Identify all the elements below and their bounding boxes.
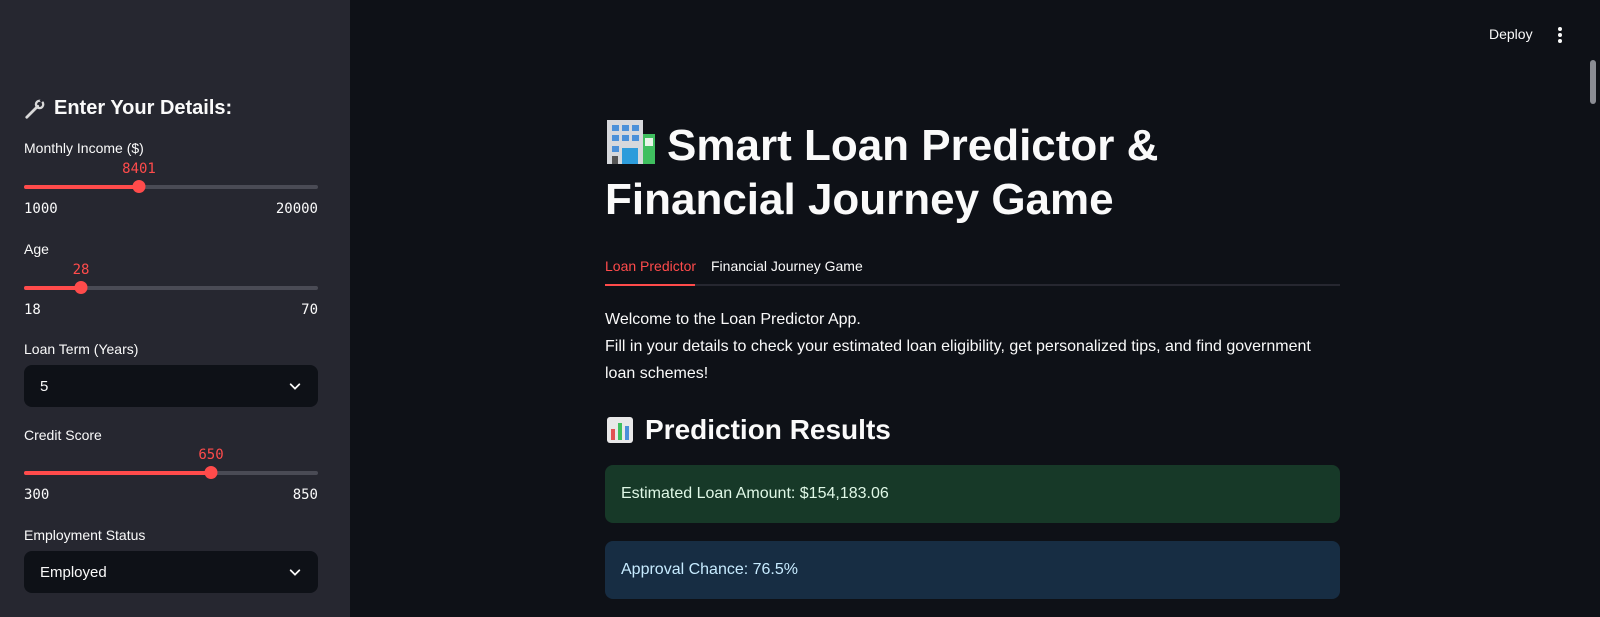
- results-heading-text: Prediction Results: [645, 414, 891, 445]
- intro-line-1: Welcome to the Loan Predictor App.: [605, 311, 861, 328]
- tab-bar-line: [605, 284, 1340, 286]
- slider-min: 300: [24, 487, 50, 503]
- slider-max: 850: [292, 487, 318, 503]
- tab-financial-journey-game[interactable]: Financial Journey Game: [711, 258, 863, 274]
- credit-score-slider[interactable]: 650 300 850: [24, 447, 318, 507]
- loan-term-value: 5: [40, 377, 49, 395]
- employment-status-select[interactable]: Employed: [24, 551, 318, 593]
- kebab-menu-icon[interactable]: [1552, 26, 1568, 44]
- results-heading: Prediction Results: [605, 414, 891, 446]
- slider-value: 28: [72, 262, 90, 278]
- estimated-loan-alert: Estimated Loan Amount: $154,183.06: [605, 465, 1340, 523]
- monthly-income-slider[interactable]: 8401 1000 20000: [24, 161, 318, 221]
- slider-fill: [24, 185, 139, 189]
- page-title-text: Smart Loan Predictor & Financial Journey…: [605, 121, 1159, 224]
- slider-thumb[interactable]: [132, 180, 146, 193]
- slider-value: 650: [198, 447, 224, 463]
- slider-min: 1000: [24, 201, 58, 217]
- sidebar: Enter Your Details: Monthly Income ($) 8…: [0, 0, 350, 617]
- slider-max: 70: [301, 302, 318, 318]
- page-title: Smart Loan Predictor & Financial Journey…: [605, 118, 1340, 227]
- intro-line-2: Fill in your details to check your estim…: [605, 338, 1311, 382]
- tab-loan-predictor[interactable]: Loan Predictor: [605, 258, 696, 274]
- monthly-income-label: Monthly Income ($): [24, 140, 144, 156]
- slider-thumb[interactable]: [74, 281, 88, 294]
- slider-value: 8401: [122, 161, 156, 177]
- loan-term-select[interactable]: 5: [24, 365, 318, 407]
- approval-chance-text: Approval Chance: 76.5%: [621, 561, 798, 578]
- sidebar-heading-text: Enter Your Details:: [54, 97, 233, 119]
- chevron-down-icon: [289, 569, 301, 576]
- wrench-icon: [24, 97, 46, 120]
- slider-fill: [24, 471, 211, 475]
- age-slider[interactable]: 28 18 70: [24, 262, 318, 322]
- estimated-loan-text: Estimated Loan Amount: $154,183.06: [621, 485, 889, 502]
- age-label: Age: [24, 241, 49, 257]
- scrollbar[interactable]: [1590, 60, 1596, 104]
- deploy-button[interactable]: Deploy: [1489, 26, 1533, 42]
- approval-chance-alert: Approval Chance: 76.5%: [605, 541, 1340, 599]
- tab-bar: Loan Predictor Financial Journey Game: [605, 254, 1340, 286]
- active-tab-indicator: [605, 284, 695, 286]
- employment-status-label: Employment Status: [24, 527, 146, 543]
- slider-max: 20000: [275, 201, 318, 217]
- bar-chart-icon: [607, 417, 633, 443]
- loan-term-label: Loan Term (Years): [24, 341, 139, 357]
- employment-status-value: Employed: [40, 563, 107, 581]
- slider-min: 18: [24, 302, 41, 318]
- slider-fill: [24, 286, 81, 290]
- intro-text: Welcome to the Loan Predictor App. Fill …: [605, 306, 1340, 387]
- slider-thumb[interactable]: [204, 466, 218, 479]
- office-building-icon: [607, 120, 655, 164]
- credit-score-label: Credit Score: [24, 427, 102, 443]
- sidebar-heading: Enter Your Details:: [24, 97, 232, 120]
- chevron-down-icon: [289, 383, 301, 390]
